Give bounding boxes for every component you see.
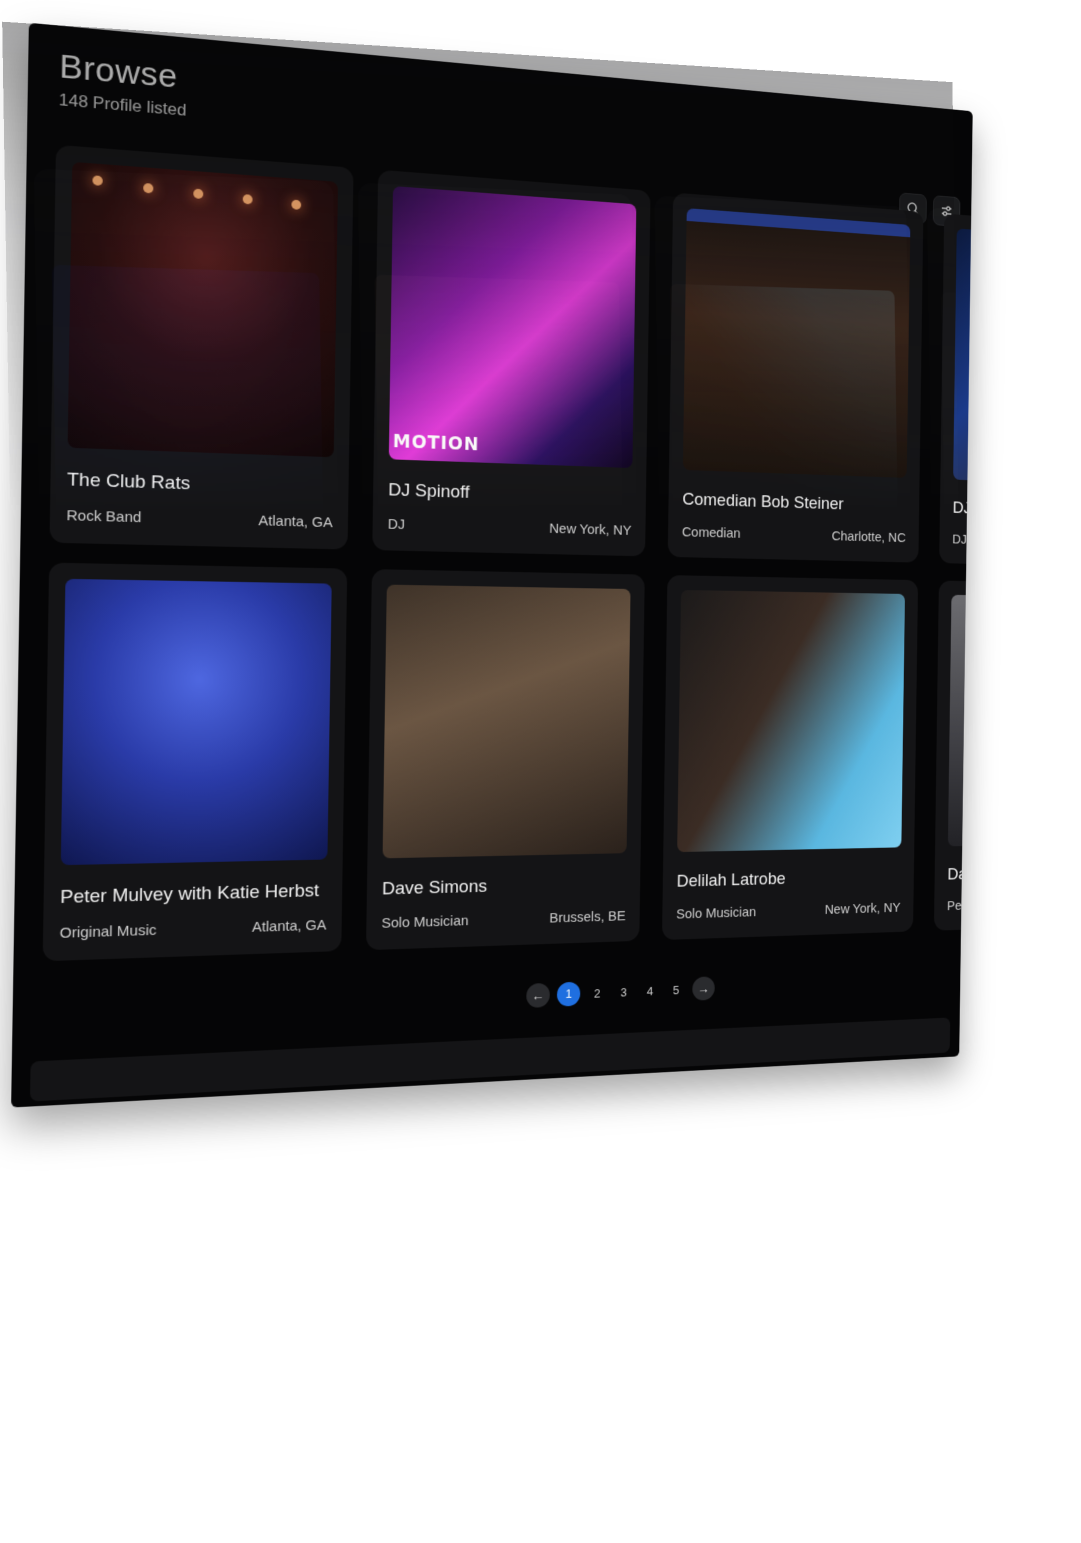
profile-photo <box>67 161 339 458</box>
photo-text: MOTION <box>392 430 480 456</box>
profile-meta: DJ New York, NY <box>388 516 632 538</box>
profile-photo <box>682 208 911 478</box>
page-title: Browse <box>59 47 178 96</box>
profile-location: New York, NY <box>549 520 632 539</box>
profile-category: Solo Musician <box>676 904 757 923</box>
profile-meta: Comedian Charlotte, NC <box>682 524 906 545</box>
profile-name: Dan Giles <box>947 864 973 884</box>
profile-photo <box>677 589 905 853</box>
prev-page-button[interactable]: ← <box>526 982 551 1009</box>
profile-photo <box>60 578 332 866</box>
profile-photo <box>947 594 973 847</box>
footer-bar <box>29 1017 951 1102</box>
profile-name: Peter Mulvey with Katie Herbst <box>60 880 320 908</box>
arrow-right-icon: → <box>697 980 710 997</box>
profile-meta: Personal Trainer <box>946 893 973 914</box>
profile-card[interactable]: DJ Dopalicious DJ M <box>939 213 973 569</box>
profile-category: DJ <box>952 531 967 548</box>
profile-category: DJ <box>387 516 406 533</box>
profile-name: DJ Dopalicious <box>952 498 973 520</box>
profile-meta: Solo Musician New York, NY <box>676 900 900 922</box>
profile-grid: The Club Rats Rock Band Atlanta, GA MOTI… <box>42 144 973 962</box>
arrow-left-icon: ← <box>531 987 545 1004</box>
profile-name: Dave Simons <box>381 876 488 900</box>
profile-name: Comedian Bob Steiner <box>682 489 844 514</box>
profile-location: Atlanta, GA <box>258 512 333 531</box>
page-4-button[interactable]: 4 <box>640 983 659 998</box>
profile-card[interactable]: Peter Mulvey with Katie Herbst Original … <box>42 562 348 962</box>
app-screen: Browse 148 Profile listed The Club Rats … <box>11 22 973 1108</box>
profile-category: Personal Trainer <box>946 896 973 914</box>
profile-card[interactable]: Dave Simons Solo Musician Brussels, BE <box>365 569 645 951</box>
profile-location: New York, NY <box>824 900 901 918</box>
profile-category: Comedian <box>681 524 741 542</box>
profile-name: Delilah Latrobe <box>676 869 786 892</box>
page-header: Browse 148 Profile listed <box>59 48 188 121</box>
profile-meta: Solo Musician Brussels, BE <box>381 908 625 931</box>
profile-photo <box>953 228 973 488</box>
page-1-button[interactable]: 1 <box>556 981 581 1007</box>
profile-meta: DJ M <box>952 532 973 552</box>
profile-category: Rock Band <box>66 507 142 527</box>
profile-location: Charlotte, NC <box>831 528 906 546</box>
profile-location: Atlanta, GA <box>251 917 327 936</box>
profile-photo <box>382 584 631 859</box>
profile-card[interactable]: Dan Giles Personal Trainer <box>933 580 973 931</box>
page-2-button[interactable]: 2 <box>587 986 607 1001</box>
profile-category: Original Music <box>59 922 157 942</box>
next-page-button[interactable]: → <box>692 976 715 1001</box>
profile-name: DJ Spinoff <box>388 480 470 503</box>
profile-location: Brussels, BE <box>549 908 626 927</box>
stage: Browse 148 Profile listed The Club Rats … <box>0 0 1081 1543</box>
page-3-button[interactable]: 3 <box>614 985 634 1000</box>
profile-photo: MOTION <box>388 186 637 469</box>
pagination: ← 1 2 3 4 5 → <box>526 976 715 1009</box>
profile-card[interactable]: The Club Rats Rock Band Atlanta, GA <box>49 144 354 550</box>
profile-name: The Club Rats <box>66 469 191 495</box>
profile-card[interactable]: Comedian Bob Steiner Comedian Charlotte,… <box>667 192 924 563</box>
page-5-button[interactable]: 5 <box>666 982 685 997</box>
profile-card[interactable]: Delilah Latrobe Solo Musician New York, … <box>661 575 919 941</box>
profile-card[interactable]: MOTION DJ Spinoff DJ New York, NY <box>372 169 651 557</box>
profile-meta: Original Music Atlanta, GA <box>60 917 327 942</box>
profile-meta: Rock Band Atlanta, GA <box>66 507 332 531</box>
profile-category: Solo Musician <box>381 912 469 932</box>
